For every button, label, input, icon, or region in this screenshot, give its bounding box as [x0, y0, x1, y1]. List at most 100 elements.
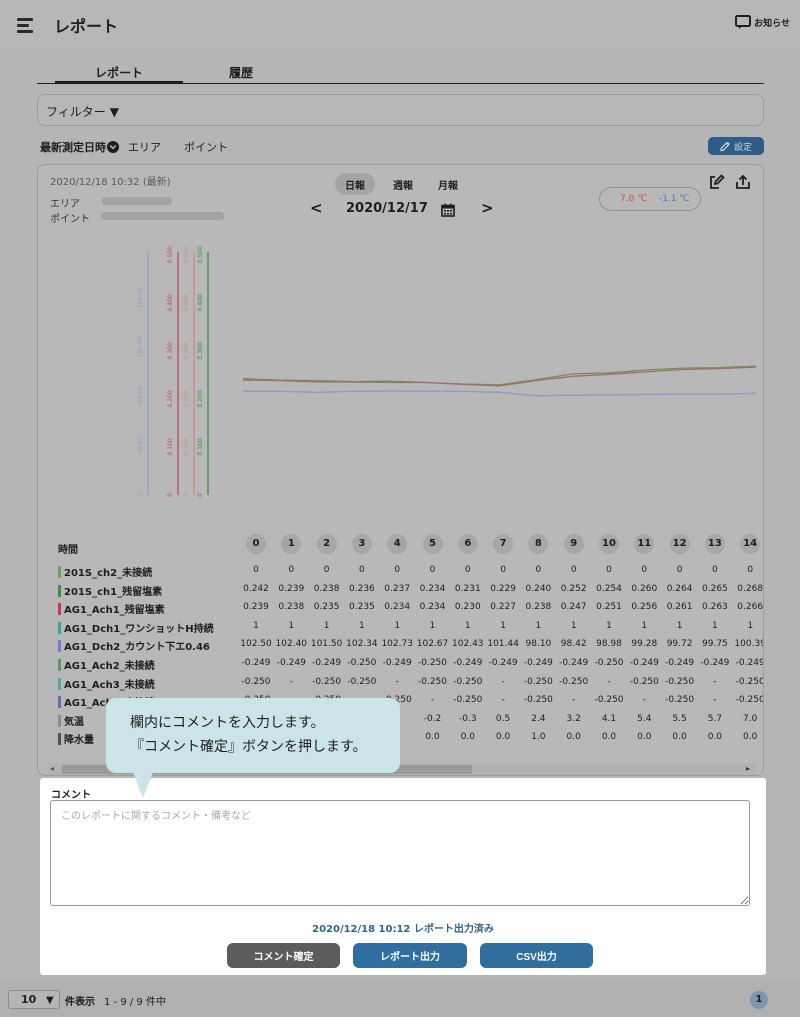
y-tick-label: 0.500	[183, 246, 190, 263]
table-cell: 102.43	[452, 639, 484, 650]
series-line	[242, 390, 757, 397]
table-cell: 102.40	[275, 639, 308, 650]
y-tick-label: 0.100	[167, 438, 174, 455]
per-page-select[interactable]: 10 ▼	[8, 990, 60, 1009]
table-cell: -0.249	[312, 657, 342, 668]
table-cell: 0	[500, 565, 506, 575]
tab-history[interactable]: 履歴	[177, 64, 305, 84]
table-cell: -0.250	[735, 676, 764, 687]
y-tick-label: 0.100	[197, 438, 204, 455]
table-cell: 102.50	[240, 639, 272, 650]
table-cell: 1	[641, 620, 648, 631]
tooltip-line-2: 『コメント確定』ボタンを押します。	[130, 739, 367, 755]
table-cell: 0.247	[560, 602, 587, 613]
edit-report-icon[interactable]	[709, 174, 725, 190]
y-tick-label: 0.400	[197, 294, 204, 311]
table-cell: -0.249	[276, 657, 306, 668]
scroll-right-icon[interactable]: ▸	[746, 764, 750, 773]
table-cell: -0.249	[382, 657, 412, 668]
table-cell: -0.249	[700, 657, 730, 668]
table-cell: -	[607, 676, 611, 687]
row-name: 201S_ch1_残留塩素	[64, 586, 163, 598]
y-tick-label: 0	[137, 493, 144, 497]
report-output-button[interactable]: レポート出力	[353, 943, 467, 968]
table-cell: 0.238	[313, 583, 340, 594]
sort-row: 最新測定日時 エリア ポイント 設定	[40, 137, 764, 157]
settings-button[interactable]: 設定	[708, 137, 764, 155]
period-daily-button[interactable]: 日報	[335, 173, 375, 195]
table-cell: 0	[359, 565, 365, 575]
calendar-icon[interactable]	[441, 203, 455, 217]
point-value-redacted	[102, 212, 224, 220]
table-cell: -0.250	[347, 676, 377, 687]
table-cell: 0.0	[425, 732, 440, 743]
series-color-marker	[58, 733, 61, 746]
table-cell: 0	[394, 565, 401, 575]
table-cell: 0.0	[460, 732, 475, 743]
report-line-chart: 0 50.00 100.00 150.00 200.00 0 0.100 0.200 0.300…	[137, 246, 757, 497]
series-color-marker	[58, 603, 61, 616]
row-name: AG1_Ach1_残留塩素	[64, 605, 165, 617]
series-color-marker	[58, 677, 61, 690]
table-cell: 1	[676, 620, 683, 631]
table-cell: 0.227	[490, 602, 516, 613]
table-cell: -	[395, 676, 399, 687]
filter-bar[interactable]: フィルター ▼	[37, 94, 764, 126]
series-color-marker	[58, 584, 61, 597]
table-cell: 0.0	[637, 732, 652, 743]
comment-textarea[interactable]	[50, 800, 750, 906]
table-cell: 0.236	[349, 583, 375, 594]
page-button-1[interactable]: 1	[750, 991, 768, 1009]
y-tick-label: 50.00	[137, 437, 144, 454]
table-cell: 1.0	[531, 732, 546, 743]
table-cell: -	[430, 695, 435, 706]
table-cell: -0.250	[629, 676, 659, 687]
table-cell: 1	[359, 620, 365, 631]
table-row: AG1_Ach3_未接続 -0.250 - -0.250 -0.250 - -0.250 -0…	[52, 673, 764, 692]
hour-label: 時間	[58, 545, 78, 556]
prev-date-button[interactable]: <	[310, 199, 323, 217]
table-cell: 5.4	[637, 713, 652, 724]
tooltip-line-1: 欄内にコメントを入力します。	[130, 715, 325, 731]
sort-area[interactable]: エリア	[128, 139, 161, 155]
table-cell: 1	[253, 620, 259, 631]
table-row: 201S_ch2_未接続 0 0 0 0 0 0 0 0 0 0 0 0 0 0 0	[52, 561, 763, 580]
table-cell: 102.67	[416, 639, 449, 650]
table-cell: 0.242	[243, 583, 269, 594]
next-date-button[interactable]: >	[481, 199, 494, 217]
table-cell: 98.10	[525, 639, 552, 650]
row-label: 気温	[58, 713, 84, 728]
period-weekly-button[interactable]: 週報	[383, 173, 423, 195]
table-cell: 0.234	[384, 602, 411, 613]
scroll-left-icon[interactable]: ◂	[50, 764, 54, 773]
report-card: 2020/12/18 10:32 (最新) エリア ポイント 日報 週報 月報 …	[37, 164, 764, 776]
row-name: AG1_Ach2_未接続	[64, 660, 155, 672]
csv-output-button[interactable]: CSV出力	[480, 943, 593, 968]
notice-button[interactable]: お知らせ	[735, 15, 790, 30]
row-label: AG1_Ach1_残留塩素	[58, 601, 165, 616]
series-color-marker	[58, 621, 61, 634]
y-tick-label: 0.300	[167, 342, 174, 359]
sort-latest-measurement[interactable]: 最新測定日時	[40, 139, 119, 155]
table-cell: 4.1	[601, 713, 617, 724]
export-icon[interactable]	[735, 174, 751, 190]
confirm-comment-button[interactable]: コメント確定	[227, 943, 340, 968]
hour-header: 4	[387, 534, 408, 554]
row-label: AG1_Dch1_ワンショットH持続	[58, 620, 214, 635]
caret-down-icon: ▼	[109, 105, 119, 119]
hour-header: 1	[281, 534, 302, 554]
settings-label: 設定	[733, 142, 752, 153]
period-monthly-button[interactable]: 月報	[428, 173, 468, 195]
hamburger-menu-icon[interactable]	[10, 12, 40, 38]
table-cell: 5.7	[707, 713, 723, 724]
table-cell: -0.250	[594, 695, 624, 706]
table-cell: 98.98	[596, 639, 622, 650]
table-cell: -0.249	[735, 657, 764, 668]
sort-point[interactable]: ポイント	[184, 139, 228, 155]
table-cell: 0.266	[737, 602, 764, 613]
row-label: AG1_Ach2_未接続	[58, 657, 155, 672]
tab-report[interactable]: レポート	[55, 64, 183, 84]
y-tick-label: 0.500	[167, 246, 174, 263]
row-name: AG1_Dch2_カウント下エ0.46	[64, 642, 210, 654]
filter-toggle[interactable]: フィルター ▼	[46, 103, 119, 120]
